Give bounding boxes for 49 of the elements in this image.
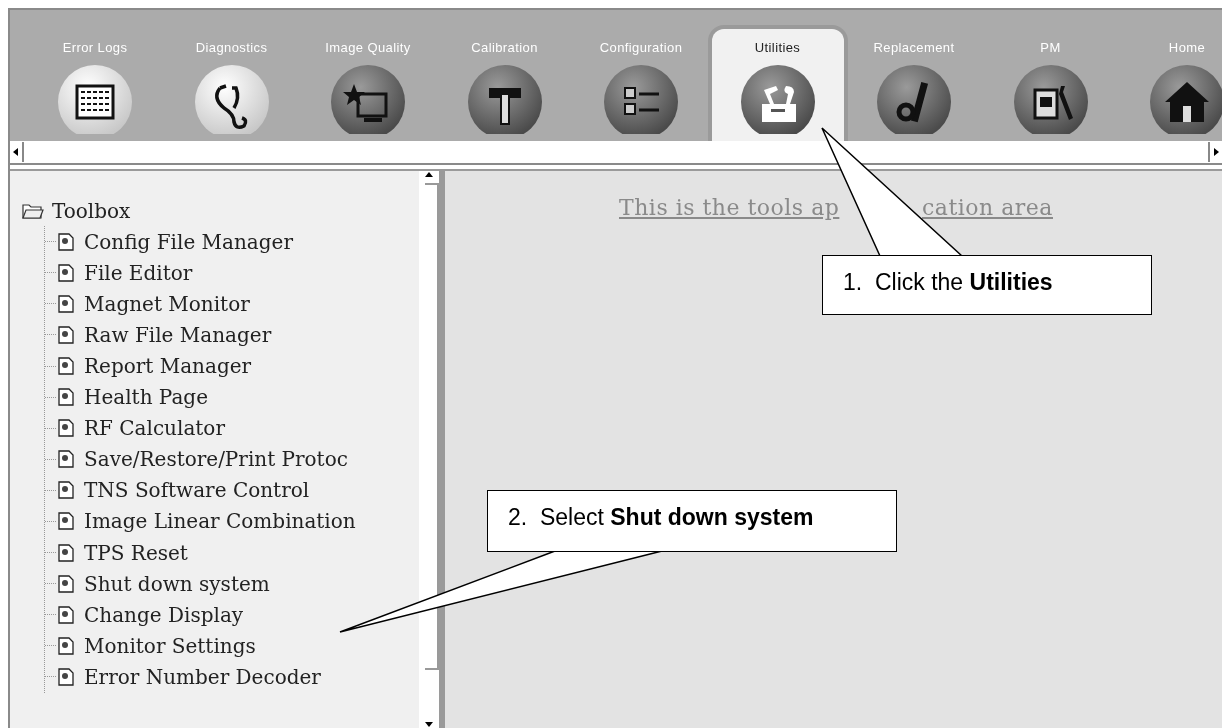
tree-item[interactable]: Error Number Decoder (84, 664, 321, 689)
scroll-left-button[interactable] (10, 142, 24, 162)
tree-root-label[interactable]: Toolbox (52, 198, 131, 223)
tree-item[interactable]: Magnet Monitor (84, 291, 250, 316)
document-icon (58, 543, 74, 562)
tree-item[interactable]: Shut down system (84, 571, 270, 596)
down-arrow-icon (425, 720, 433, 728)
document-icon (58, 294, 74, 313)
application-area-text: cation area (922, 195, 1053, 220)
scroll-right-button[interactable] (1208, 142, 1222, 162)
tree-item[interactable]: File Editor (84, 260, 193, 285)
document-icon (58, 232, 74, 251)
tree-item[interactable]: Raw File Manager (84, 322, 272, 347)
table-icon (57, 64, 133, 134)
vertical-scrollbar[interactable] (419, 171, 442, 728)
tree-item[interactable]: Monitor Settings (84, 633, 256, 658)
tree-item[interactable]: Health Page (84, 385, 208, 410)
tree-item[interactable]: Change Display (84, 602, 244, 627)
folder-icon (22, 202, 44, 219)
document-icon (58, 450, 74, 469)
document-icon (58, 481, 74, 500)
document-icon (58, 636, 74, 655)
document-icon (58, 667, 74, 686)
callout: 2. Select Shut down system (487, 490, 897, 552)
tree-item[interactable]: Config File Manager (84, 229, 293, 254)
left-arrow-icon (12, 148, 20, 156)
tree-item[interactable]: Save/Restore/Print Protoc (84, 447, 348, 472)
document-icon (58, 325, 74, 344)
right-arrow-icon (1212, 148, 1220, 156)
document-icon (58, 263, 74, 282)
document-icon (58, 357, 74, 375)
document-icon (58, 512, 74, 531)
document-icon (58, 388, 74, 407)
tree-item[interactable]: Image Linear Combination (84, 509, 356, 534)
star-monitor-icon (330, 64, 406, 134)
document-icon (58, 605, 74, 624)
tree-item[interactable]: TPS Reset (84, 540, 188, 565)
checklist-icon (603, 64, 679, 134)
tree-item[interactable]: Report Manager (84, 354, 252, 378)
document-icon (58, 574, 74, 593)
stethoscope-icon (193, 64, 270, 134)
home-icon (1149, 64, 1222, 134)
tree-item[interactable]: TNS Software Control (84, 478, 310, 503)
callout: 1. Click the Utilities (822, 255, 1152, 315)
up-arrow-icon (425, 171, 433, 179)
toolbox-icon (739, 64, 816, 134)
tree-item[interactable]: RF Calculator (84, 416, 225, 441)
document-icon (58, 419, 74, 438)
application-area-text: This is the tools ap (619, 195, 841, 220)
